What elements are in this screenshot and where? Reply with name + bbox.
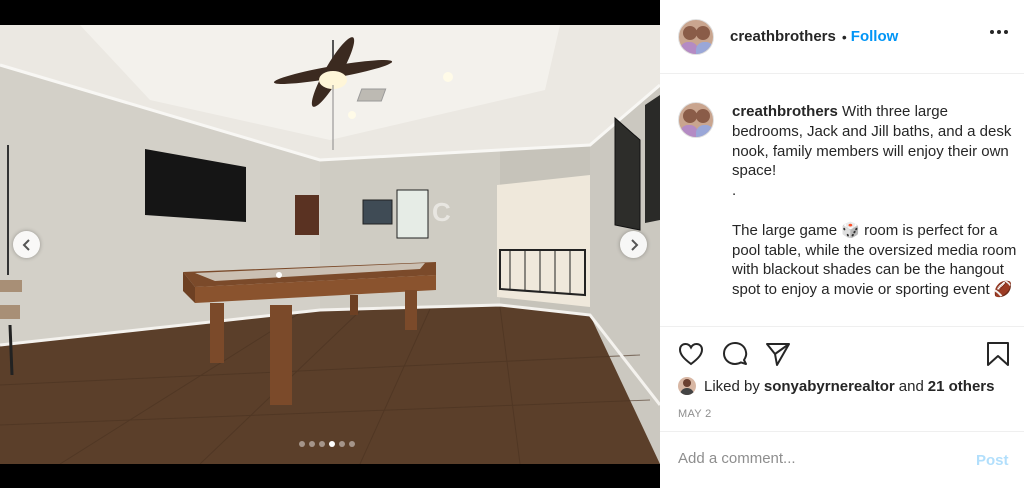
carousel-dot: [329, 441, 335, 447]
liker-avatar[interactable]: [678, 377, 696, 395]
carousel-previous-button[interactable]: [13, 231, 40, 258]
separator-dot: •: [841, 28, 847, 45]
caption-line-3: The large game 🎲 room is perfect for a p…: [732, 221, 1017, 299]
post-side-panel: creathbrothers • Follow creathbrothers W…: [660, 0, 1024, 488]
caption-username[interactable]: creathbrothers: [732, 103, 838, 120]
caption-avatar[interactable]: [678, 102, 714, 138]
comment-input[interactable]: [678, 450, 958, 467]
more-options-icon[interactable]: [990, 30, 1008, 34]
svg-text:C: C: [432, 197, 451, 227]
chevron-left-icon: [22, 238, 30, 251]
carousel-indicator: [299, 441, 355, 447]
likes-prefix: Liked by: [704, 377, 760, 395]
room-illustration: C: [0, 25, 660, 464]
caption-line-2: .: [732, 182, 737, 200]
carousel-dot: [309, 441, 315, 447]
carousel-dot: [349, 441, 355, 447]
carousel-dot: [319, 441, 325, 447]
carousel-dot: [339, 441, 345, 447]
post-comment-button[interactable]: Post: [976, 452, 1009, 469]
likes-summary: Liked by sonyabyrnerealtor and 21 others: [678, 377, 999, 395]
save-bookmark-icon[interactable]: [986, 341, 1010, 367]
caption-text: creathbrothers With three large bedrooms…: [732, 102, 1018, 300]
likes-conjunction: and: [898, 377, 924, 395]
caption: creathbrothers With three large bedrooms…: [678, 102, 1020, 300]
likes-others-link[interactable]: 21 others: [928, 378, 995, 395]
avatar[interactable]: [678, 18, 714, 55]
like-heart-icon[interactable]: [678, 342, 704, 366]
follow-button[interactable]: Follow: [851, 28, 899, 45]
carousel-dot: [299, 441, 305, 447]
chevron-right-icon: [630, 238, 638, 251]
post-actions: Liked by sonyabyrnerealtor and 21 others…: [660, 326, 1024, 430]
liker-username[interactable]: sonyabyrnerealtor: [764, 378, 895, 395]
post-date[interactable]: MAY 2: [678, 408, 712, 420]
post-header: creathbrothers • Follow: [660, 0, 1024, 74]
share-paper-plane-icon[interactable]: [765, 341, 791, 367]
post-media: C: [0, 0, 660, 488]
post-photo-game-room[interactable]: C: [0, 25, 660, 464]
carousel-next-button[interactable]: [620, 231, 647, 258]
username-link[interactable]: creathbrothers: [730, 28, 836, 45]
comment-bar: Post: [660, 431, 1024, 488]
comment-bubble-icon[interactable]: [722, 341, 748, 367]
